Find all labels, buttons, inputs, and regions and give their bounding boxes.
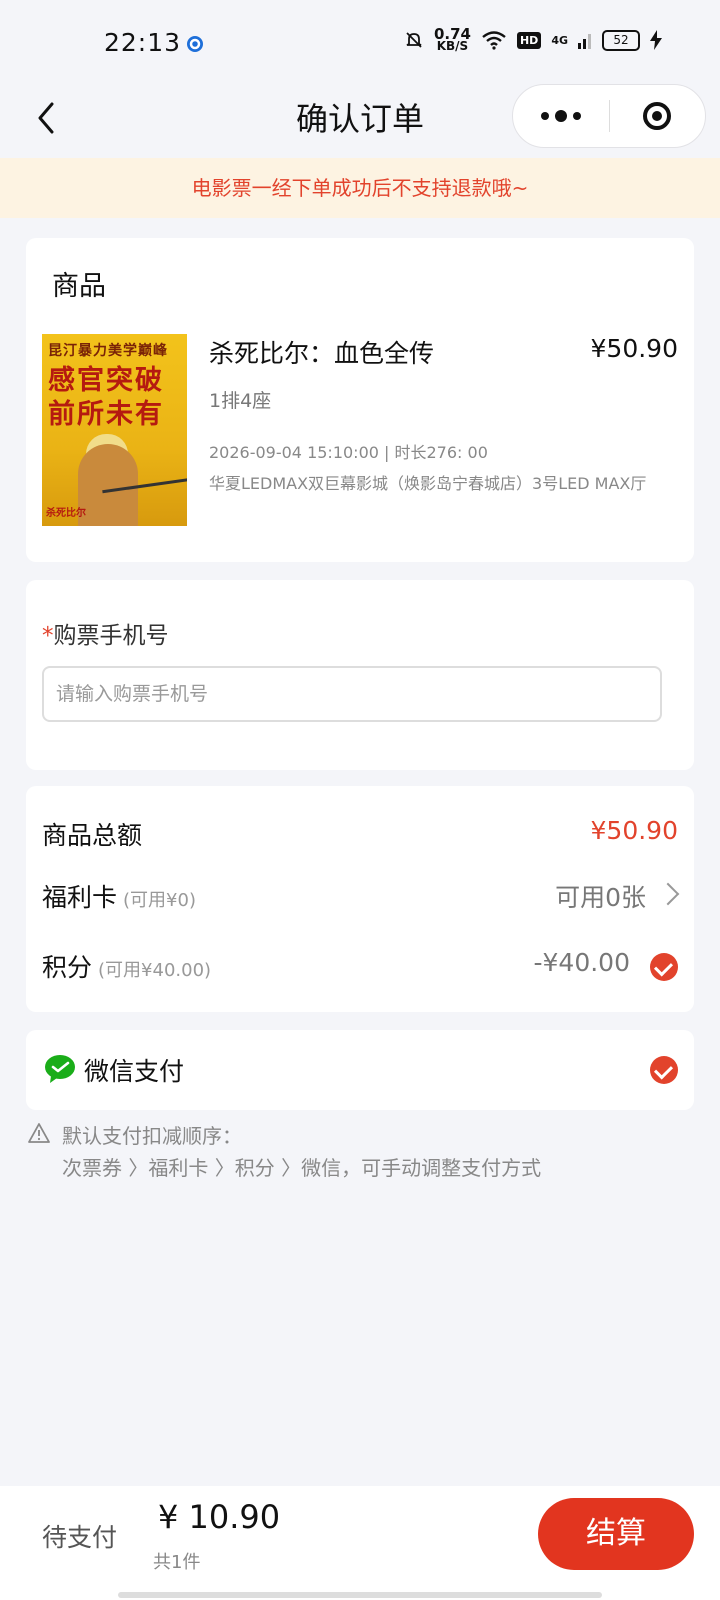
payment-method-card[interactable]: 微信支付 <box>26 1030 694 1110</box>
summary-card: 商品总额 ¥50.90 福利卡 (可用¥0) 可用0张 积分 (可用¥40.00) … <box>26 786 694 1012</box>
welfare-card-row[interactable]: 福利卡 (可用¥0) 可用0张 <box>42 878 680 918</box>
app-notification-icon <box>187 36 203 52</box>
total-value: ¥50.90 <box>590 816 678 845</box>
movie-price: ¥50.90 <box>590 334 678 363</box>
required-mark: * <box>42 623 54 649</box>
poster-figure <box>78 444 138 526</box>
welfare-note: (可用¥0) <box>123 890 196 911</box>
movie-title: 杀死比尔：血色全传 <box>209 339 435 368</box>
product-card: 商品 昆汀暴力美学巅峰 感官突破 前所未有 杀死比尔 杀死比尔：血色全传 ¥50… <box>26 238 694 562</box>
network-speed-unit: KB/S <box>436 39 469 53</box>
showtime-info: 2026-09-04 15:10:00 | 时长276: 00 <box>209 443 488 462</box>
status-indicators: 0.74 KB/S HD 4G 52 <box>404 27 662 53</box>
wechat-pay-label: 微信支付 <box>84 1057 185 1086</box>
home-indicator[interactable] <box>118 1592 602 1598</box>
points-label: 积分 (可用¥40.00) <box>42 948 211 984</box>
points-value: -¥40.00 <box>533 948 631 977</box>
mute-icon <box>406 32 422 48</box>
charging-icon <box>650 30 662 50</box>
pending-label: 待支付 <box>42 1523 118 1552</box>
nav-bar: 确认订单 <box>0 80 720 156</box>
network-type: 4G <box>551 33 568 47</box>
target-close-icon <box>643 102 671 130</box>
wechat-pay-icon <box>45 1055 75 1083</box>
product-section-title: 商品 <box>52 271 106 302</box>
phone-card: *购票手机号 <box>26 580 694 770</box>
status-bar: 22:13 0.74 KB/S HD 4G 52 <box>0 0 720 80</box>
item-count: 共1件 <box>153 1552 201 1573</box>
welfare-label-text: 福利卡 <box>42 883 118 912</box>
status-time: 22:13 <box>104 28 182 57</box>
mini-program-capsule <box>512 84 706 148</box>
welfare-value: 可用0张 <box>555 883 646 912</box>
poster-tagline: 昆汀暴力美学巅峰 <box>48 343 168 359</box>
poster-headline-2: 前所未有 <box>48 399 164 430</box>
hd-badge: HD <box>516 31 542 49</box>
network-speed: 0.74 KB/S <box>434 27 471 53</box>
seat-info: 1排4座 <box>209 390 272 412</box>
poster-headline-1: 感官突破 <box>48 365 164 396</box>
points-label-text: 积分 <box>42 953 93 982</box>
more-dots-icon <box>541 112 549 120</box>
checkout-bar: 待支付 ¥ 10.90 共1件 结算 <box>0 1486 720 1600</box>
battery-level: 52 <box>602 29 640 51</box>
poster-caption: 杀死比尔 <box>46 508 86 519</box>
chevron-right-icon <box>656 882 680 906</box>
pending-amount: ¥ 10.90 <box>158 1498 281 1536</box>
warning-icon <box>28 1123 50 1143</box>
more-dot-center <box>555 110 567 122</box>
checkout-button[interactable]: 结算 <box>538 1498 694 1570</box>
poster-headline: 感官突破 前所未有 <box>48 364 164 432</box>
wechat-pay-check-icon[interactable] <box>650 1056 678 1084</box>
phone-label-text: 购票手机号 <box>53 623 169 649</box>
signal-icon <box>578 34 591 49</box>
refund-notice: 电影票一经下单成功后不支持退款哦~ <box>0 158 720 218</box>
phone-label: *购票手机号 <box>42 616 169 650</box>
more-dot-right <box>573 112 581 120</box>
more-menu-button[interactable] <box>513 85 609 147</box>
points-check-icon[interactable] <box>650 953 678 981</box>
phone-input[interactable] <box>42 666 662 722</box>
movie-poster: 昆汀暴力美学巅峰 感官突破 前所未有 杀死比尔 <box>42 334 187 526</box>
wifi-icon <box>482 31 506 50</box>
cinema-info: 华夏LEDMAX双巨幕影城（焕影岛宁春城店）3号LED MAX厅 <box>209 474 647 493</box>
total-label: 商品总额 <box>42 821 143 850</box>
total-row: 商品总额 ¥50.90 <box>42 816 678 856</box>
welfare-label: 福利卡 (可用¥0) <box>42 878 196 914</box>
points-row: 积分 (可用¥40.00) -¥40.00 <box>42 948 678 988</box>
close-mini-program-button[interactable] <box>609 85 705 147</box>
points-note: (可用¥40.00) <box>98 960 212 981</box>
payment-order-tip-title: 默认支付扣减顺序： <box>62 1124 242 1148</box>
payment-order-tip-detail: 次票券 〉福利卡 〉积分 〉微信，可手动调整支付方式 <box>62 1156 542 1180</box>
